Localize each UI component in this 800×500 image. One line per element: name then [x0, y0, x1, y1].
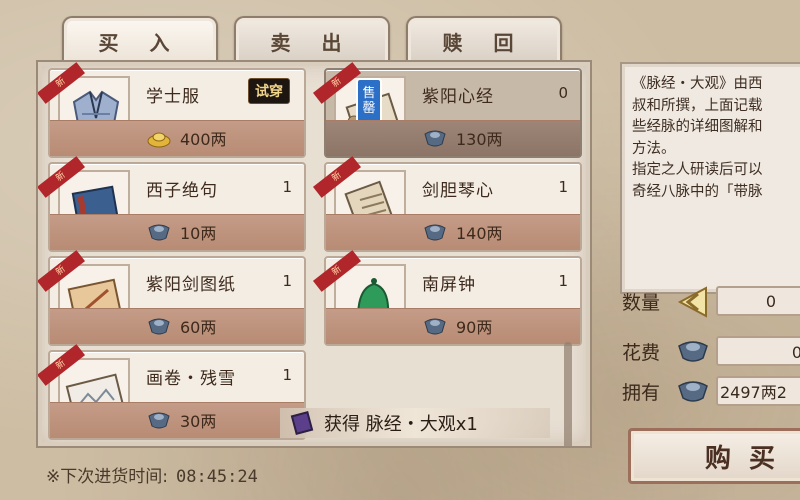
- restock-time: 08:45:24: [175, 467, 258, 487]
- cost-label: 花费: [622, 342, 661, 364]
- item-card[interactable]: 新 学士服 试穿 400两: [38, 62, 306, 158]
- sold-out-badge: 售罄: [356, 78, 382, 124]
- price-strip: [50, 120, 304, 156]
- item-stock-count: 1: [282, 178, 292, 196]
- item-card[interactable]: 新 西子绝句 1 10两: [38, 156, 306, 252]
- item-card[interactable]: 新 售罄 紫阳心经 0 130两: [312, 62, 582, 158]
- item-price: 10两: [180, 224, 217, 243]
- item-price: 30两: [180, 412, 217, 431]
- silver-icon: [148, 318, 170, 335]
- silver-icon: [424, 224, 446, 241]
- item-name: 画卷・残雪: [146, 369, 236, 389]
- tab-redeem[interactable]: 赎 回: [406, 16, 562, 64]
- silver-icon: [678, 341, 708, 362]
- quantity-input[interactable]: 0: [716, 286, 800, 316]
- price-strip: [50, 402, 304, 438]
- item-card[interactable]: 新 画卷・残雪 1 30两: [38, 344, 306, 440]
- owned-value: 2497两2: [716, 376, 800, 406]
- description-line: 奇经八脉中的「带脉: [632, 183, 763, 200]
- item-card[interactable]: 新 剑胆琴心 1 140两: [312, 156, 582, 252]
- description-line: 方法。: [632, 140, 676, 157]
- price-strip: [326, 120, 580, 156]
- silver-icon: [148, 412, 170, 429]
- cost-value: 0文: [716, 336, 800, 366]
- item-stock-count: 1: [282, 272, 292, 290]
- item-grid: 新 学士服 试穿 400两 新 售罄 紫阳心经 0 130两 新 西子绝句 1 …: [36, 60, 592, 448]
- scrollbar[interactable]: [564, 342, 572, 446]
- item-name: 紫阳剑图纸: [146, 275, 236, 295]
- item-price: 90两: [456, 318, 493, 337]
- try-on-button[interactable]: 试穿: [248, 78, 290, 104]
- description-line: 叔和所撰，上面记载: [632, 97, 763, 114]
- quantity-label: 数量: [622, 292, 661, 314]
- item-card[interactable]: 新 南屏钟 1 90两: [312, 250, 582, 346]
- owned-label: 拥有: [622, 382, 661, 404]
- description-line: 《脉经・大观》由西: [632, 76, 763, 92]
- price-strip: [326, 308, 580, 344]
- silver-icon: [678, 381, 708, 402]
- description-line: 些经脉的详细图解和: [632, 119, 763, 135]
- item-description: 《脉经・大观》由西 叔和所撰，上面记载 些经脉的详细图解和 方法。 指定之人研读…: [620, 62, 800, 294]
- silver-icon: [424, 130, 446, 147]
- item-stock-count: 1: [282, 366, 292, 384]
- item-card[interactable]: 新 紫阳剑图纸 1 60两: [38, 250, 306, 346]
- description-line: 指定之人研读后可以: [632, 162, 763, 178]
- item-name: 学士服: [146, 87, 200, 107]
- notification-text: 获得 脉经・大观x1: [324, 414, 478, 435]
- item-price: 60两: [180, 318, 217, 337]
- restock-timer: ※下次进货时间: 08:45:24: [46, 462, 258, 487]
- buy-button[interactable]: 购买: [628, 428, 800, 484]
- item-price: 400两: [180, 130, 227, 149]
- gold-ingot-icon: [147, 132, 171, 148]
- decrease-quantity-button[interactable]: [676, 284, 712, 320]
- silver-icon: [148, 224, 170, 241]
- silver-icon: [424, 318, 446, 335]
- tab-sell[interactable]: 卖 出: [234, 16, 390, 64]
- restock-label: ※下次进货时间:: [46, 467, 168, 487]
- item-stock-count: 1: [558, 178, 568, 196]
- price-strip: [50, 308, 304, 344]
- item-stock-count: 0: [558, 84, 568, 102]
- acquired-notification: 获得 脉经・大观x1: [280, 408, 550, 438]
- price-strip: [326, 214, 580, 250]
- item-stock-count: 1: [558, 272, 568, 290]
- item-name: 剑胆琴心: [422, 181, 494, 201]
- item-price: 140两: [456, 224, 503, 243]
- item-name: 西子绝句: [146, 181, 218, 201]
- tab-buy[interactable]: 买 入: [62, 16, 218, 64]
- price-strip: [50, 214, 304, 250]
- item-price: 130两: [456, 130, 503, 149]
- book-icon: [290, 411, 314, 435]
- item-name: 南屏钟: [422, 275, 476, 295]
- item-name: 紫阳心经: [422, 87, 494, 107]
